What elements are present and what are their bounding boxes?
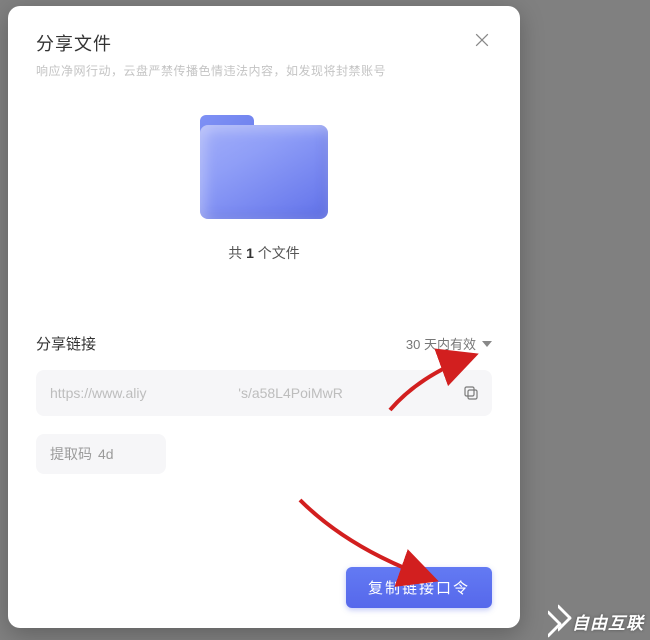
watermark: 自由互联: [538, 608, 644, 634]
copy-link-button[interactable]: 复制链接口令: [346, 567, 492, 608]
close-icon[interactable]: [472, 30, 496, 54]
watermark-text: 自由互联: [572, 609, 644, 634]
extract-code-value: 4d: [98, 446, 114, 462]
watermark-logo-icon: [538, 608, 568, 634]
share-link-label: 分享链接: [36, 333, 96, 354]
share-link-header-row: 分享链接 30 天内有效: [36, 333, 492, 354]
file-count-suffix: 个文件: [254, 245, 300, 261]
extract-code-field[interactable]: 提取码 4d: [36, 434, 166, 474]
modal-title: 分享文件: [36, 30, 492, 56]
file-count-label: 共 1 个文件: [228, 243, 300, 263]
chevron-down-icon: [482, 341, 492, 347]
modal-footer: 复制链接口令: [346, 567, 492, 608]
redaction-mask: [130, 440, 158, 468]
share-file-modal: 分享文件 响应净网行动，云盘严禁传播色情违法内容，如发现将封禁账号 共 1 个文…: [8, 6, 520, 628]
copy-icon[interactable]: [462, 384, 480, 402]
file-count-prefix: 共: [228, 245, 246, 261]
share-url-text: https://www.aliy xxxxxxxxxxxx 's/a58L4Po…: [50, 385, 343, 401]
file-preview-block: 共 1 个文件: [36, 115, 492, 263]
modal-header: 分享文件 响应净网行动，云盘严禁传播色情违法内容，如发现将封禁账号: [36, 30, 492, 79]
extract-code-label: 提取码: [50, 444, 92, 464]
expiry-dropdown[interactable]: 30 天内有效: [406, 334, 492, 353]
modal-subtitle: 响应净网行动，云盘严禁传播色情违法内容，如发现将封禁账号: [36, 62, 492, 79]
share-url-field[interactable]: https://www.aliy xxxxxxxxxxxx 's/a58L4Po…: [36, 370, 492, 416]
expiry-label: 30 天内有效: [406, 334, 476, 353]
folder-icon: [200, 115, 328, 219]
file-count-number: 1: [246, 245, 254, 261]
